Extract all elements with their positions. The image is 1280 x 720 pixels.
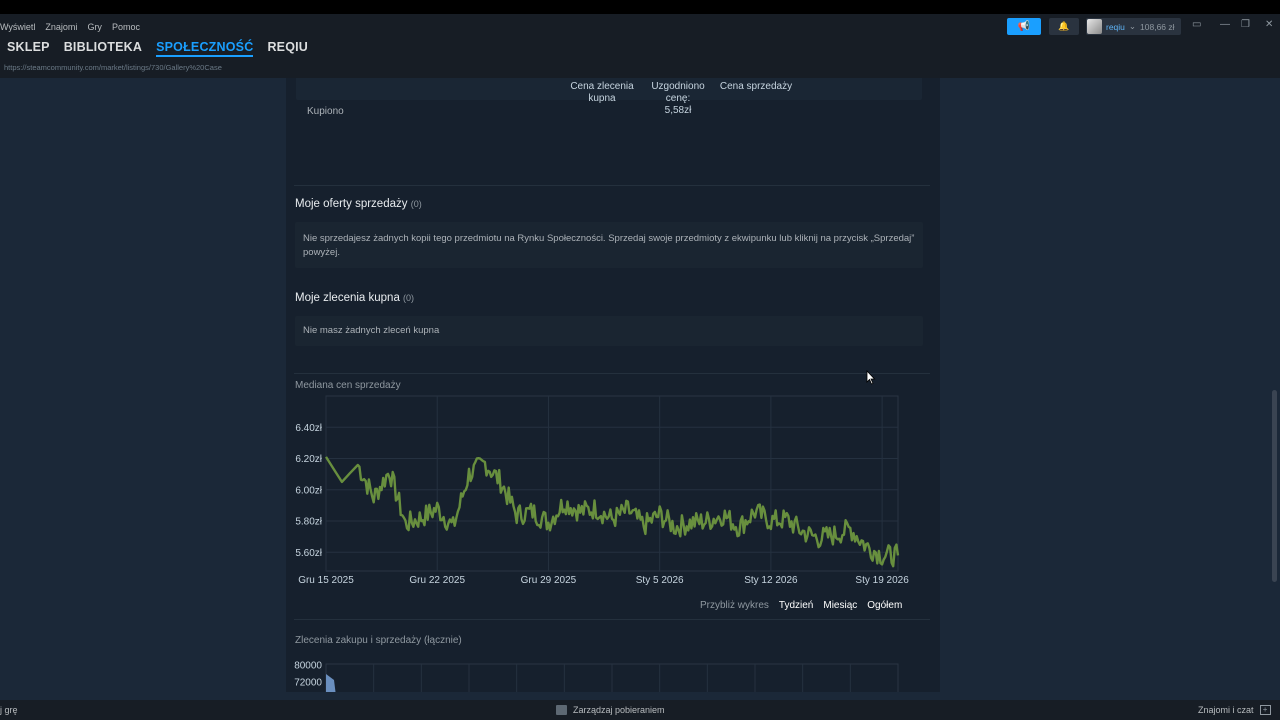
- zoom-month-link[interactable]: Miesiąc: [823, 600, 857, 611]
- menu-bar: Wyświetl Znajomi Gry Pomoc: [0, 22, 140, 32]
- buy-orders-title: Moje zlecenia kupna (0): [295, 292, 414, 304]
- plot-frame: [325, 395, 899, 572]
- nav-library[interactable]: BIBLIOTEKA: [64, 40, 142, 57]
- bottom-bar: j grę Zarządzaj pobieraniem Znajomi i cz…: [0, 700, 1280, 720]
- sell-offers-title: Moje oferty sprzedaży (0): [295, 198, 422, 210]
- main-nav: SKLEP BIBLIOTEKA SPOŁECZNOŚĆ REQIU: [7, 40, 308, 57]
- manage-downloads-button[interactable]: Zarządzaj pobieraniem: [556, 705, 665, 715]
- market-listing-panel: Cena zlecenia kupna Uzgodniono cenę: 5,5…: [286, 78, 940, 692]
- y-tick-label: 72000: [294, 678, 322, 689]
- x-tick-label: Sty 19 2026: [855, 575, 909, 586]
- chart-zoom-controls: Przybliż wykres Tydzień Miesiąc Ogółem: [700, 600, 902, 611]
- minimize-icon[interactable]: —: [1220, 19, 1230, 30]
- announcements-button[interactable]: 📢: [1007, 18, 1041, 35]
- sell-price-header: Cena sprzedaży: [719, 81, 793, 92]
- x-tick-label: Sty 12 2026: [744, 575, 798, 586]
- divider: [294, 373, 930, 374]
- sell-offers-message: Nie sprzedajesz żadnych kopii tego przed…: [295, 222, 923, 268]
- y-tick-label: 6.20zł: [295, 454, 322, 465]
- maximize-icon[interactable]: ❐: [1241, 19, 1250, 30]
- x-tick-label: Sty 5 2026: [636, 575, 684, 586]
- nav-community[interactable]: SPOŁECZNOŚĆ: [156, 40, 254, 57]
- zoom-label: Przybliż wykres: [700, 600, 769, 611]
- x-tick-label: Gru 15 2025: [298, 575, 354, 586]
- manage-downloads-label: Zarządzaj pobieraniem: [573, 705, 665, 715]
- menu-item-help[interactable]: Pomoc: [112, 22, 140, 32]
- bought-label: Kupiono: [307, 106, 344, 117]
- menu-item-friends[interactable]: Znajomi: [45, 22, 77, 32]
- top-band: [0, 0, 1280, 14]
- add-game-button[interactable]: j grę: [0, 705, 18, 715]
- close-icon[interactable]: ✕: [1265, 19, 1273, 30]
- buy-orders-count: (0): [403, 293, 415, 303]
- friends-chat-button[interactable]: Znajomi i czat +: [1198, 705, 1271, 715]
- y-tick-label: 80000: [294, 661, 322, 672]
- notifications-button[interactable]: 🔔: [1049, 18, 1079, 35]
- price-history-chart[interactable]: 5.60zł 5.80zł 6.00zł 6.20zł 6.40zł Gru 15 202…: [286, 390, 940, 600]
- user-caret: ⌄: [1128, 21, 1137, 31]
- y-tick-label: 5.80zł: [295, 517, 322, 528]
- friends-chat-label: Znajomi i czat: [1198, 705, 1254, 715]
- menu-item-view[interactable]: Wyświetl: [0, 22, 35, 32]
- divider: [294, 619, 930, 620]
- orders-chart[interactable]: 80000 72000: [286, 656, 940, 692]
- agreed-price-value: 5,58zł: [664, 105, 692, 116]
- nav-profile[interactable]: REQIU: [267, 40, 308, 57]
- mouse-cursor-icon: [866, 370, 876, 385]
- bell-icon: 🔔: [1058, 21, 1070, 31]
- buy-orders-message: Nie masz żadnych zleceń kupna: [295, 316, 923, 346]
- user-menu[interactable]: reqiu ⌄ 108,66 zł: [1086, 18, 1181, 35]
- divider: [294, 185, 930, 186]
- menu-item-games[interactable]: Gry: [87, 22, 102, 32]
- monitor-icon[interactable]: ▭: [1192, 19, 1201, 30]
- megaphone-icon: 📢: [1017, 21, 1031, 32]
- price-series-line[interactable]: [324, 456, 900, 568]
- x-tick-label: Gru 22 2025: [409, 575, 465, 586]
- avatar: [1087, 19, 1102, 34]
- url-bar: https://steamcommunity.com/market/listin…: [4, 63, 222, 72]
- zoom-week-link[interactable]: Tydzień: [779, 600, 813, 611]
- buy-orders-title-text: Moje zlecenia kupna: [295, 292, 400, 304]
- plus-icon: +: [1259, 705, 1271, 715]
- orders-area: [326, 674, 336, 692]
- scrollbar-thumb[interactable]: [1272, 390, 1277, 582]
- y-tick-label: 6.40zł: [295, 423, 322, 434]
- nav-store[interactable]: SKLEP: [7, 40, 50, 57]
- orders-chart-title: Zlecenia zakupu i sprzedaży (łącznie): [295, 635, 462, 646]
- y-tick-label: 5.60zł: [295, 548, 322, 559]
- download-icon: [556, 705, 567, 715]
- user-name: reqiu: [1106, 21, 1125, 32]
- sell-offers-title-text: Moje oferty sprzedaży: [295, 198, 408, 210]
- x-tick-label: Gru 29 2025: [521, 575, 577, 586]
- scrollbar-track[interactable]: [1271, 78, 1280, 692]
- zoom-all-link[interactable]: Ogółem: [867, 600, 902, 611]
- sell-offers-count: (0): [410, 199, 422, 209]
- wallet-balance: 108,66 zł: [1140, 21, 1175, 32]
- y-tick-label: 6.00zł: [295, 485, 322, 496]
